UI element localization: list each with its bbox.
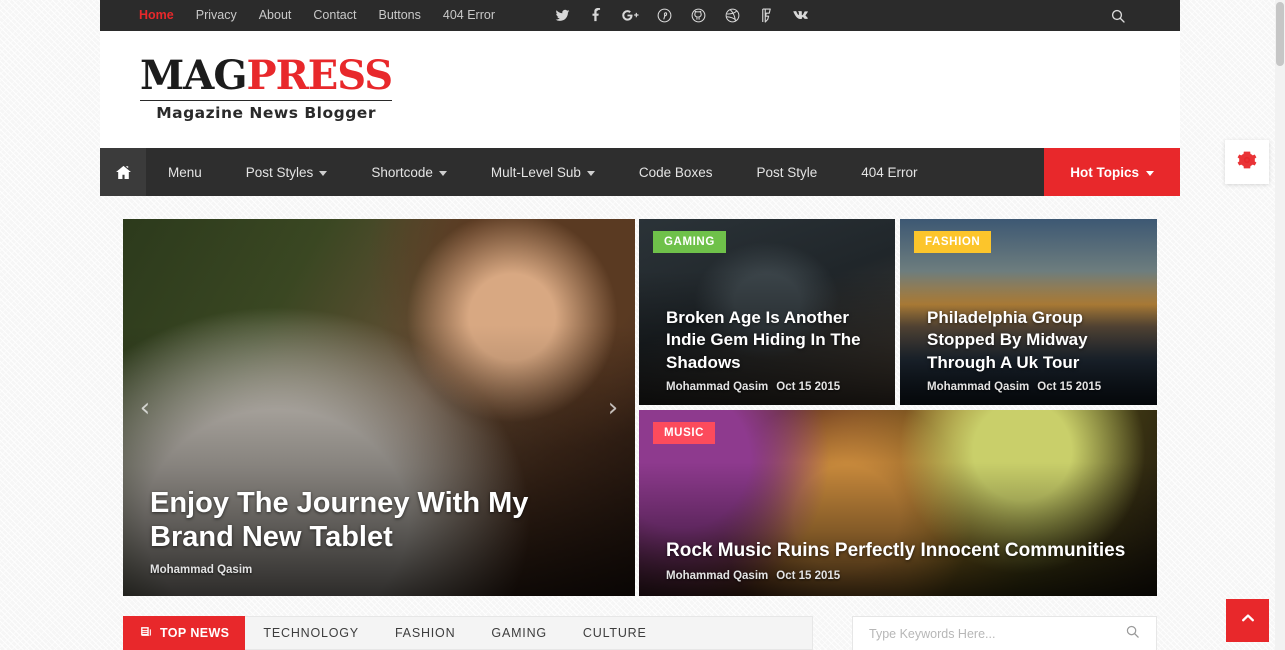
nav-item-label: Post Style xyxy=(756,164,818,180)
hot-topics-label: Hot Topics xyxy=(1070,164,1139,180)
top-bar: Home Privacy About Contact Buttons 404 E… xyxy=(100,0,1180,31)
hot-topics-button[interactable]: Hot Topics xyxy=(1044,148,1180,196)
nav-item-404-error[interactable]: 404 Error xyxy=(839,148,939,196)
category-badge-gaming[interactable]: GAMING xyxy=(653,231,726,253)
chevron-down-icon xyxy=(438,170,447,176)
gaming-title[interactable]: Broken Age Is Another Indie Gem Hiding I… xyxy=(666,307,877,375)
top-nav-item-privacy[interactable]: Privacy xyxy=(185,0,248,31)
foursquare-icon[interactable] xyxy=(750,0,784,31)
nav-item-label: Post Styles xyxy=(245,164,314,180)
vk-icon[interactable] xyxy=(784,0,818,31)
chevron-up-icon xyxy=(1239,609,1257,632)
fashion-date: Oct 15 2015 xyxy=(1037,381,1102,393)
tab-top-news[interactable]: TOP NEWS xyxy=(123,616,246,650)
featured-top-row: GAMING Broken Age Is Another Indie Gem H… xyxy=(639,219,1157,405)
category-tabs: TOP NEWS TECHNOLOGY FASHION GAMING CULTU… xyxy=(123,616,813,650)
slider-prev-arrow[interactable]: ‹ xyxy=(131,395,159,421)
top-nav-item-contact[interactable]: Contact xyxy=(302,0,367,31)
featured-grid: ‹ › Enjoy The Journey With My Brand New … xyxy=(123,219,1157,596)
search-icon[interactable] xyxy=(1125,624,1156,644)
pinterest-icon[interactable] xyxy=(648,0,682,31)
site-header: MAGPRESS Magazine News Blogger xyxy=(100,31,1180,148)
scrollbar-thumb[interactable] xyxy=(1276,2,1284,66)
music-meta: Mohammad Qasim Oct 15 2015 xyxy=(666,570,1139,582)
top-nav-item-home[interactable]: Home xyxy=(128,0,185,31)
nav-item-label: Shortcode xyxy=(371,164,433,180)
scroll-to-top-button[interactable] xyxy=(1226,599,1269,642)
top-search-icon[interactable] xyxy=(1098,0,1138,31)
nav-item-label: Menu xyxy=(168,164,202,180)
fashion-caption: Philadelphia Group Stopped By Midway Thr… xyxy=(927,307,1139,394)
hero-author: Mohammad Qasim xyxy=(150,564,253,576)
tab-fashion[interactable]: FASHION xyxy=(377,617,473,649)
logo-text: MAGPRESS xyxy=(140,52,393,99)
nav-item-code-boxes[interactable]: Code Boxes xyxy=(617,148,735,196)
settings-panel-toggle[interactable] xyxy=(1225,140,1269,184)
facebook-icon[interactable] xyxy=(580,0,614,31)
chevron-down-icon xyxy=(1146,170,1154,176)
social-links xyxy=(546,0,818,31)
nav-item-shortcode[interactable]: Shortcode xyxy=(349,148,469,196)
sidebar-search: Type Keywords Here... xyxy=(852,616,1157,650)
nav-item-menu[interactable]: Menu xyxy=(146,148,224,196)
top-nav: Home Privacy About Contact Buttons 404 E… xyxy=(128,0,506,31)
gear-icon xyxy=(1237,150,1257,175)
category-badge-fashion[interactable]: FASHION xyxy=(914,231,992,253)
hero-title[interactable]: Enjoy The Journey With My Brand New Tabl… xyxy=(150,486,575,554)
tab-culture[interactable]: CULTURE xyxy=(565,617,665,649)
gaming-date: Oct 15 2015 xyxy=(776,381,841,393)
gaming-author: Mohammad Qasim xyxy=(666,381,769,393)
page-root: Home Privacy About Contact Buttons 404 E… xyxy=(0,0,1285,650)
fashion-meta: Mohammad Qasim Oct 15 2015 xyxy=(927,381,1139,393)
hero-slider[interactable]: ‹ › Enjoy The Journey With My Brand New … xyxy=(123,219,635,596)
hero-caption: Enjoy The Journey With My Brand New Tabl… xyxy=(150,486,575,576)
home-icon[interactable] xyxy=(100,148,146,196)
logo-text-press: PRESS xyxy=(246,52,393,99)
nav-item-post-styles[interactable]: Post Styles xyxy=(224,148,350,196)
top-nav-item-about[interactable]: About xyxy=(248,0,303,31)
fashion-author: Mohammad Qasim xyxy=(927,381,1030,393)
search-input[interactable]: Type Keywords Here... xyxy=(853,627,1125,641)
fashion-title[interactable]: Philadelphia Group Stopped By Midway Thr… xyxy=(927,307,1139,375)
main-nav: Menu Post Styles Shortcode Mult-Level Su… xyxy=(100,148,1180,196)
music-date: Oct 15 2015 xyxy=(776,570,841,582)
tab-gaming[interactable]: GAMING xyxy=(473,617,565,649)
twitter-icon[interactable] xyxy=(546,0,580,31)
site-logo[interactable]: MAGPRESS Magazine News Blogger xyxy=(140,52,393,122)
slider-next-arrow[interactable]: › xyxy=(599,395,627,421)
chevron-down-icon xyxy=(586,170,595,176)
nav-item-label: 404 Error xyxy=(861,164,918,180)
dribbble-icon[interactable] xyxy=(716,0,750,31)
chevron-down-icon xyxy=(319,170,328,176)
nav-item-label: Mult-Level Sub xyxy=(490,164,581,180)
page-scrollbar[interactable] xyxy=(1275,0,1285,650)
featured-card-music[interactable]: MUSIC Rock Music Ruins Perfectly Innocen… xyxy=(639,410,1157,596)
newspaper-icon xyxy=(139,625,153,641)
music-title[interactable]: Rock Music Ruins Perfectly Innocent Comm… xyxy=(666,539,1139,563)
gaming-caption: Broken Age Is Another Indie Gem Hiding I… xyxy=(666,307,877,394)
github-icon[interactable] xyxy=(682,0,716,31)
top-nav-item-buttons[interactable]: Buttons xyxy=(367,0,431,31)
main-nav-items: Menu Post Styles Shortcode Mult-Level Su… xyxy=(146,148,1044,196)
featured-right-column: GAMING Broken Age Is Another Indie Gem H… xyxy=(639,219,1157,596)
tab-technology[interactable]: TECHNOLOGY xyxy=(245,617,377,649)
nav-item-post-style[interactable]: Post Style xyxy=(734,148,839,196)
tab-top-news-label: TOP NEWS xyxy=(160,626,230,640)
nav-item-mult-level-sub[interactable]: Mult-Level Sub xyxy=(469,148,617,196)
featured-card-fashion[interactable]: FASHION Philadelphia Group Stopped By Mi… xyxy=(900,219,1157,405)
nav-item-label: Code Boxes xyxy=(638,164,713,180)
logo-tagline: Magazine News Blogger xyxy=(140,100,393,122)
hero-meta: Mohammad Qasim xyxy=(150,564,575,576)
music-caption: Rock Music Ruins Perfectly Innocent Comm… xyxy=(666,539,1139,582)
featured-card-gaming[interactable]: GAMING Broken Age Is Another Indie Gem H… xyxy=(639,219,895,405)
logo-text-mag: MAG xyxy=(140,52,247,99)
music-author: Mohammad Qasim xyxy=(666,570,769,582)
gaming-meta: Mohammad Qasim Oct 15 2015 xyxy=(666,381,877,393)
category-badge-music[interactable]: MUSIC xyxy=(653,422,716,444)
top-nav-item-404-error[interactable]: 404 Error xyxy=(432,0,506,31)
google-plus-icon[interactable] xyxy=(614,0,648,31)
